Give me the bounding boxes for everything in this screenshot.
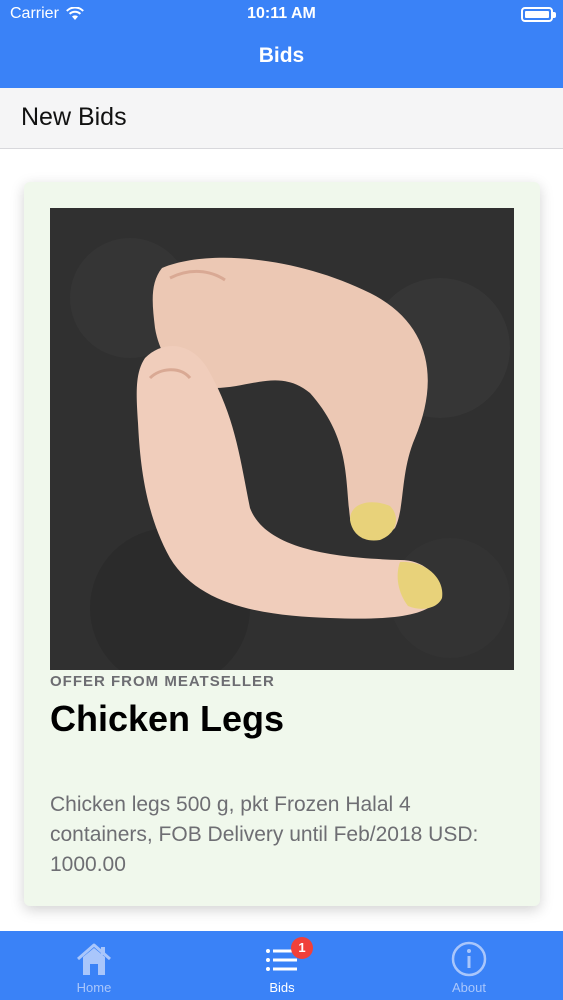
nav-title: Bids bbox=[258, 44, 305, 67]
product-photo bbox=[50, 208, 514, 670]
section-title: New Bids bbox=[21, 103, 127, 131]
tab-about[interactable]: About bbox=[375, 931, 563, 1000]
status-bar: Carrier 10:11 AM bbox=[0, 0, 563, 30]
tab-home[interactable]: Home bbox=[0, 931, 188, 1000]
tab-bids[interactable]: 1 Bids bbox=[188, 931, 376, 1000]
tab-about-label: About bbox=[452, 980, 486, 995]
home-icon bbox=[77, 943, 111, 975]
product-title: Chicken Legs bbox=[50, 698, 285, 739]
battery-icon bbox=[521, 7, 556, 22]
info-icon bbox=[451, 941, 487, 977]
bid-card[interactable]: OFFER FROM MEATSELLER Chicken Legs Chick… bbox=[24, 182, 540, 906]
navigation-bar: Carrier 10:11 AM Bids bbox=[0, 0, 563, 88]
product-description: Chicken legs 500 g, pkt Frozen Halal 4 c… bbox=[50, 793, 479, 876]
offer-label: OFFER FROM MEATSELLER bbox=[50, 673, 275, 690]
notification-badge: 1 bbox=[291, 937, 313, 959]
chicken-legs-image bbox=[50, 208, 514, 670]
tab-bids-label: Bids bbox=[269, 980, 295, 995]
section-header: New Bids bbox=[0, 88, 563, 149]
tab-bar: Home 1 Bids About bbox=[0, 931, 563, 1000]
status-time: 10:11 AM bbox=[247, 5, 316, 22]
tab-home-label: Home bbox=[76, 980, 112, 995]
